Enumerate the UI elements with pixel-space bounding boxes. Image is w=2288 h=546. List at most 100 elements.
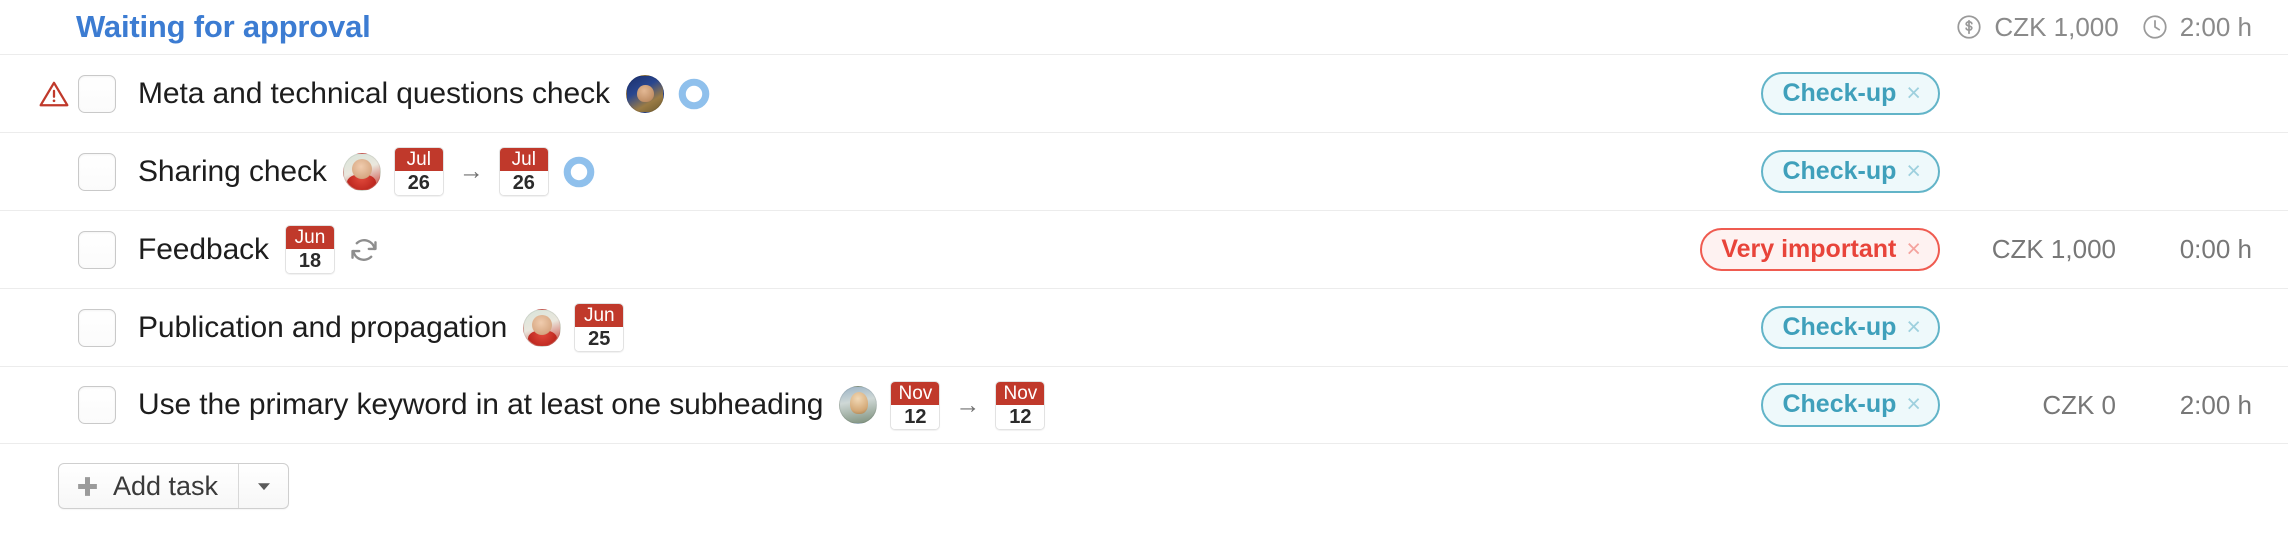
time-slot: 2:00 h — [2142, 390, 2252, 421]
time-slot: 0:00 h — [2142, 234, 2252, 265]
close-icon[interactable]: × — [1906, 79, 1921, 108]
table-row[interactable]: Meta and technical questions check Check… — [0, 54, 2288, 132]
money-slot: CZK 0 — [1966, 390, 2116, 421]
date-day: 12 — [996, 404, 1045, 429]
task-title[interactable]: Publication and propagation — [138, 311, 507, 345]
date-badge-end[interactable]: Jul 26 — [498, 147, 549, 196]
task-title[interactable]: Sharing check — [138, 155, 327, 189]
tag-label: Check-up — [1782, 312, 1897, 341]
date-month: Jun — [575, 304, 624, 327]
row-right-meta: Very important × CZK 1,000 0:00 h — [1690, 227, 2252, 272]
task-list: Meta and technical questions check Check… — [0, 54, 2288, 444]
status-badge[interactable]: Check-up × — [1761, 305, 1940, 350]
task-inline-meta: Jun 25 — [523, 303, 625, 352]
task-title[interactable]: Use the primary keyword in at least one … — [138, 388, 823, 422]
section-header: Waiting for approval CZK 1,000 2:00 h — [0, 0, 2288, 54]
task-checkbox[interactable] — [78, 230, 116, 269]
dollar-circle-icon — [1955, 13, 1983, 41]
task-title[interactable]: Meta and technical questions check — [138, 77, 610, 111]
task-inline-meta: Jun 18 — [284, 225, 380, 274]
arrow-right-icon: → — [955, 390, 981, 419]
table-row[interactable]: Use the primary keyword in at least one … — [0, 366, 2288, 444]
task-board-section: Waiting for approval CZK 1,000 2:00 h Me… — [0, 0, 2288, 546]
close-icon[interactable]: × — [1906, 313, 1921, 342]
date-month: Nov — [891, 381, 940, 405]
task-title[interactable]: Feedback — [138, 233, 269, 267]
status-badge[interactable]: Check-up × — [1761, 71, 1940, 116]
close-icon[interactable]: × — [1906, 235, 1921, 264]
task-inline-meta: Jul 26 → Jul 26 — [342, 147, 596, 196]
date-day: 26 — [499, 171, 548, 195]
progress-ring-icon[interactable] — [677, 77, 711, 111]
money-slot: CZK 1,000 — [1966, 234, 2116, 265]
task-checkbox[interactable] — [78, 386, 116, 424]
table-row[interactable]: Sharing check Jul 26 → Jul 26 Check-up × — [0, 132, 2288, 210]
section-money-stat: CZK 1,000 — [1955, 11, 2119, 43]
warning-slot — [30, 78, 78, 110]
tag-slot: Check-up × — [1690, 305, 1940, 350]
task-money: CZK 1,000 — [1991, 234, 2116, 264]
avatar[interactable] — [342, 152, 381, 191]
section-title: Waiting for approval — [76, 9, 371, 44]
tag-label: Check-up — [1782, 390, 1897, 419]
date-badge-start[interactable]: Jun 25 — [574, 303, 625, 352]
date-badge-start[interactable]: Jun 18 — [284, 225, 335, 274]
tag-slot: Very important × — [1690, 227, 1940, 272]
task-checkbox[interactable] — [78, 74, 116, 113]
arrow-right-icon: → — [458, 157, 484, 185]
status-badge[interactable]: Very important × — [1700, 227, 1940, 272]
tag-label: Check-up — [1782, 78, 1897, 107]
section-summary: CZK 1,000 2:00 h — [1955, 12, 2252, 43]
date-badge-start[interactable]: Nov 12 — [890, 380, 941, 430]
date-month: Nov — [996, 381, 1045, 405]
row-right-meta: Check-up × CZK 0 2:00 h — [1690, 383, 2252, 427]
date-day: 12 — [891, 404, 940, 429]
progress-ring-icon[interactable] — [562, 155, 596, 189]
row-right-meta: Check-up × — [1690, 305, 2252, 350]
row-right-meta: Check-up × — [1690, 71, 2252, 116]
repeat-icon[interactable] — [348, 234, 380, 266]
task-money: CZK 0 — [2042, 389, 2116, 420]
tag-slot: Check-up × — [1690, 149, 1940, 194]
task-inline-meta: Nov 12 → Nov 12 — [839, 380, 1046, 430]
tag-slot: Check-up × — [1690, 383, 1940, 427]
date-badge-start[interactable]: Jul 26 — [393, 147, 444, 196]
add-task-dropdown-button[interactable] — [238, 464, 288, 508]
task-time: 0:00 h — [2179, 234, 2252, 264]
close-icon[interactable]: × — [1906, 157, 1921, 186]
section-money-value: CZK 1,000 — [1994, 11, 2119, 42]
add-task-button[interactable]: Add task — [59, 464, 238, 508]
table-row[interactable]: Feedback Jun 18 Very important × CZK 1,0… — [0, 210, 2288, 288]
add-task-label: Add task — [113, 470, 219, 501]
task-inline-meta — [625, 74, 711, 113]
task-time: 2:00 h — [2179, 389, 2252, 420]
clock-icon — [2141, 13, 2169, 41]
date-day: 26 — [394, 171, 443, 195]
warning-triangle-icon[interactable] — [38, 78, 70, 110]
date-month: Jul — [499, 148, 548, 171]
task-checkbox[interactable] — [78, 308, 116, 347]
tag-slot: Check-up × — [1690, 71, 1940, 116]
section-time-value: 2:00 h — [2179, 11, 2252, 42]
tag-label: Very important — [1721, 234, 1897, 263]
tag-label: Check-up — [1782, 156, 1897, 185]
add-task-control[interactable]: Add task — [58, 463, 290, 509]
date-day: 18 — [285, 249, 334, 273]
task-checkbox[interactable] — [78, 152, 116, 191]
avatar[interactable] — [523, 308, 562, 347]
status-badge[interactable]: Check-up × — [1761, 383, 1940, 427]
date-badge-end[interactable]: Nov 12 — [995, 380, 1046, 430]
chevron-down-icon — [253, 475, 275, 497]
plus-icon — [75, 474, 100, 499]
row-right-meta: Check-up × — [1690, 149, 2252, 194]
table-row[interactable]: Publication and propagation Jun 25 Check… — [0, 288, 2288, 366]
date-day: 25 — [575, 327, 624, 351]
avatar[interactable] — [839, 386, 878, 424]
avatar[interactable] — [625, 74, 664, 113]
close-icon[interactable]: × — [1906, 390, 1921, 419]
status-badge[interactable]: Check-up × — [1761, 149, 1940, 194]
date-month: Jun — [285, 226, 334, 249]
section-time-stat: 2:00 h — [2141, 12, 2252, 43]
date-month: Jul — [394, 148, 443, 171]
add-task-bar: Add task — [0, 444, 2288, 509]
